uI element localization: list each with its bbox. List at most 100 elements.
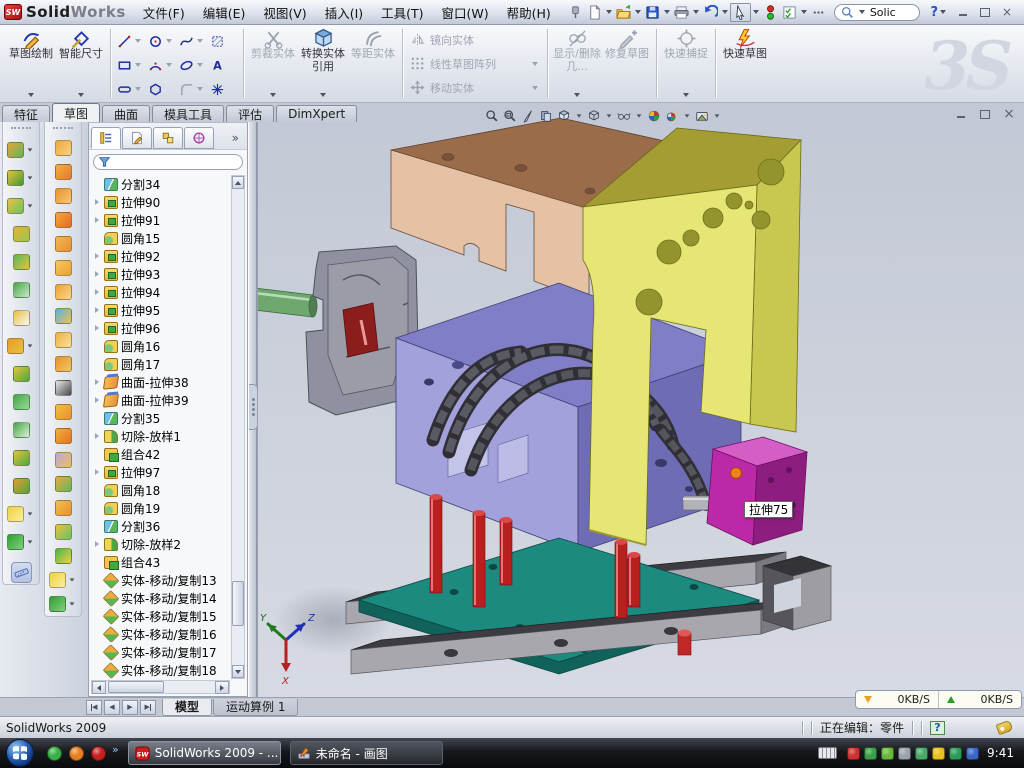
swept-surface-icon[interactable]: [55, 184, 72, 208]
chevron-down-icon[interactable]: [78, 93, 84, 97]
zoom-to-area-icon[interactable]: [502, 108, 518, 124]
search-input[interactable]: Solic: [870, 6, 896, 19]
doc-tab-运动算例 1[interactable]: 运动算例 1: [213, 699, 298, 716]
chevron-down-icon[interactable]: [532, 62, 538, 66]
featuremanager-tab[interactable]: [91, 127, 121, 149]
chevron-down-icon[interactable]: [532, 86, 538, 90]
chevron-down-icon[interactable]: [683, 93, 689, 97]
thicken-icon[interactable]: [55, 352, 72, 376]
new-document-icon[interactable]: [585, 4, 604, 21]
tab-DimXpert[interactable]: DimXpert: [276, 105, 357, 122]
ribbon-button-镜向实体[interactable]: 镜向实体: [407, 29, 543, 51]
tree-item[interactable]: 实体-移动/复制17: [92, 643, 230, 661]
chevron-down-icon[interactable]: [28, 540, 33, 543]
filled-surface-icon[interactable]: [55, 256, 72, 280]
delete-face-icon[interactable]: [55, 376, 72, 400]
tree-item[interactable]: 圆角19: [92, 499, 230, 517]
knit-surface-icon[interactable]: [55, 424, 72, 448]
close-button[interactable]: ×: [1000, 6, 1014, 18]
replace-face-icon[interactable]: [55, 400, 72, 424]
tags-icon[interactable]: [996, 720, 1014, 735]
expand-arrow-icon[interactable]: [95, 199, 99, 205]
help-chevron-icon[interactable]: [940, 10, 946, 14]
tree-item[interactable]: 实体-移动/复制18: [92, 661, 230, 679]
ribbon-button-显示/删除几...[interactable]: 显示/删除几...: [552, 27, 602, 100]
expand-arrow-icon[interactable]: [95, 271, 99, 277]
restore-button[interactable]: [978, 6, 992, 18]
ribbon-button-快速捕捉[interactable]: 快速捕捉: [661, 27, 711, 100]
tab-草图[interactable]: 草图: [52, 103, 100, 122]
open-icon[interactable]: [614, 4, 633, 21]
configurationmanager-tab[interactable]: [153, 127, 183, 149]
hatch-tool[interactable]: [208, 34, 239, 49]
surface-curves-icon[interactable]: [49, 592, 77, 616]
taskbar-button-SolidWorks 2009 - ...[interactable]: SWSolidWorks 2009 - ...: [128, 741, 281, 765]
chevron-down-icon[interactable]: [664, 10, 670, 14]
search-box[interactable]: Solic: [834, 4, 921, 21]
last-tab-button[interactable]: ▶: [140, 700, 156, 715]
chevron-down-icon[interactable]: [28, 204, 33, 207]
menu-文件(F)[interactable]: 文件(F): [134, 0, 194, 25]
tree-vertical-scrollbar[interactable]: [231, 175, 245, 679]
measure-tool-pressed[interactable]: [11, 562, 32, 583]
camera-view-icon[interactable]: [694, 108, 710, 124]
arc-tool[interactable]: [146, 58, 177, 73]
ribbon-button-快速草图[interactable]: 快速草图: [720, 27, 770, 100]
panel-splitter[interactable]: [248, 122, 257, 697]
tree-item[interactable]: 拉伸93: [92, 265, 230, 283]
messenger-icon[interactable]: [47, 746, 62, 761]
lofted-surface-icon[interactable]: [55, 208, 72, 232]
expand-arrow-icon[interactable]: [95, 379, 99, 385]
line-tool[interactable]: [115, 34, 146, 49]
prev-tab-button[interactable]: ◀: [104, 700, 120, 715]
expand-arrow-icon[interactable]: [95, 541, 99, 547]
first-tab-button[interactable]: ◀: [86, 700, 102, 715]
chevron-down-icon[interactable]: [70, 578, 75, 581]
wrap-icon[interactable]: [13, 304, 30, 332]
shell-icon[interactable]: [13, 416, 30, 444]
expand-arrow-icon[interactable]: [95, 469, 99, 475]
chevron-down-icon[interactable]: [722, 10, 728, 14]
tree-item[interactable]: 实体-移动/复制16: [92, 625, 230, 643]
tree-filter-box[interactable]: [93, 154, 243, 170]
ellipse-tool[interactable]: [177, 58, 208, 73]
chevron-down-icon[interactable]: [715, 114, 720, 117]
tree-item[interactable]: 切除-放样1: [92, 427, 230, 445]
tree-item[interactable]: 拉伸94: [92, 283, 230, 301]
expand-arrow-icon[interactable]: [95, 253, 99, 259]
hide-show-items-icon[interactable]: [616, 108, 632, 124]
scroll-right-button[interactable]: [215, 681, 229, 694]
chevron-down-icon[interactable]: [574, 93, 580, 97]
options-checklist-icon[interactable]: [780, 4, 799, 21]
extend-surface-icon[interactable]: [49, 568, 77, 592]
chevron-down-icon[interactable]: [753, 10, 759, 14]
tree-item[interactable]: 拉伸92: [92, 247, 230, 265]
toolbar-grip[interactable]: [11, 127, 31, 132]
antivirus-icon[interactable]: [847, 747, 860, 760]
rib-icon[interactable]: [13, 360, 30, 388]
chevron-down-icon[interactable]: [135, 63, 141, 67]
select-arrow-icon[interactable]: [730, 3, 751, 22]
chevron-down-icon[interactable]: [637, 114, 642, 117]
doc-minimize-button[interactable]: [954, 108, 968, 120]
traffic-light-icon[interactable]: [761, 4, 780, 21]
chevron-down-icon[interactable]: [635, 10, 641, 14]
chevron-down-icon[interactable]: [70, 602, 75, 605]
chevron-down-icon[interactable]: [28, 176, 33, 179]
taskbar-button-未命名 - 画图[interactable]: 未命名 - 画图: [290, 741, 443, 765]
ribbon-button-转换实体引用[interactable]: 转换实体引用: [298, 27, 348, 100]
tree-item[interactable]: 圆角15: [92, 229, 230, 247]
pushpin-icon[interactable]: [566, 4, 585, 21]
tree-horizontal-scrollbar[interactable]: [91, 680, 230, 694]
tree-item[interactable]: 分割35: [92, 409, 230, 427]
chevron-down-icon[interactable]: [606, 10, 612, 14]
vertical-scroll-thumb[interactable]: [232, 581, 244, 626]
horizontal-scroll-thumb[interactable]: [108, 681, 164, 693]
view-orientation-icon[interactable]: [556, 108, 572, 124]
tree-item[interactable]: 组合43: [92, 553, 230, 571]
cut-with-surface-icon[interactable]: [13, 276, 30, 304]
polygon-tool[interactable]: [146, 82, 177, 97]
extruded-boss-icon[interactable]: [7, 136, 35, 164]
point-tool[interactable]: [208, 82, 239, 97]
chevron-down-icon[interactable]: [28, 148, 33, 151]
